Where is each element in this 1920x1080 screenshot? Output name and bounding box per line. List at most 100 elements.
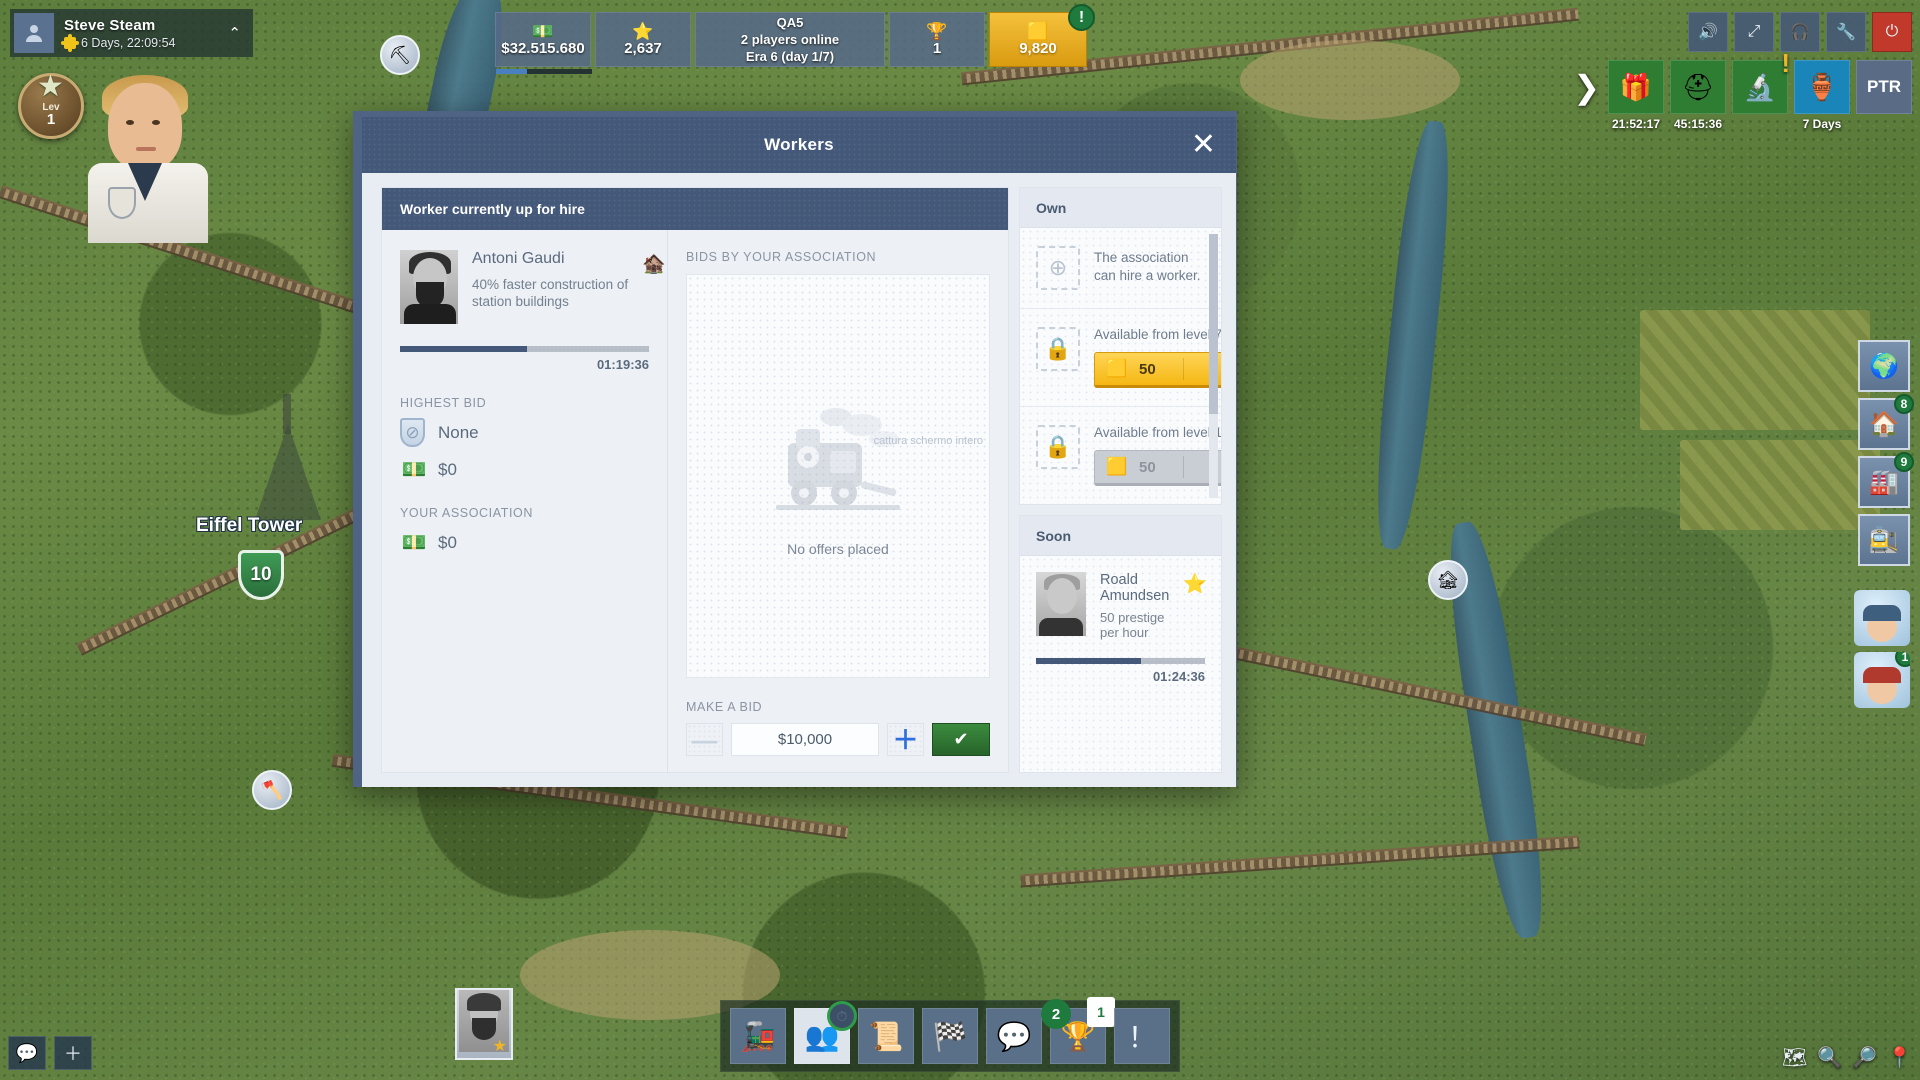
city-buildings-icon[interactable]: 🏠 8 — [1858, 394, 1914, 450]
list-item[interactable]: 🔒 Available from level 13 🟨 50 Unlock — [1020, 407, 1221, 504]
unlock-button[interactable]: 🟨 50 Unlock — [1094, 450, 1221, 486]
player-level-badge[interactable]: ★ Lev 1 — [18, 72, 84, 153]
dialog-titlebar: Workers ✕ — [362, 117, 1236, 173]
gold-counter[interactable]: 🟨 9,820 ! — [989, 4, 1095, 67]
lock-icon: 🔒 — [1036, 327, 1080, 371]
dirt-patch — [1240, 40, 1460, 120]
settings-icon[interactable]: 🔧 — [1826, 12, 1866, 52]
level-value: 1 — [46, 110, 56, 128]
map-industry-icon[interactable]: 🏚 — [1428, 560, 1468, 600]
workers-dialog-frame: Workers ✕ Worker currently up for hire A… — [353, 111, 1237, 787]
own-workers-card: Own ⊕ The association can hire a worker.… — [1019, 187, 1222, 505]
event-ptr[interactable]: PTR — [1856, 60, 1912, 131]
zoom-out-icon[interactable]: 🔎 — [1852, 1045, 1877, 1070]
page-title: Workers — [764, 135, 834, 154]
prestige-star-icon: ⭐ — [1183, 574, 1207, 595]
highest-bidder-name: None — [438, 422, 479, 442]
player-info-box[interactable]: Steve Steam 6 Days, 22:09:54 ⌃ — [10, 9, 253, 57]
plus-circle-icon[interactable]: ⊕ — [1036, 246, 1080, 290]
resource-bar: 💵 $32.515.680 ⭐ 2,637 QA5 2 players onli… — [495, 4, 1095, 74]
confirm-bid-button[interactable]: ✔ — [932, 723, 990, 756]
sound-icon[interactable]: 🔊 — [1688, 12, 1728, 52]
unlock-button[interactable]: 🟨 50 Unlock — [1094, 352, 1221, 388]
lock-icon: 🔒 — [1036, 425, 1080, 469]
competition-icon[interactable]: 🏆 2 1 — [1041, 997, 1115, 1064]
bid-amount-input[interactable] — [731, 723, 879, 756]
zoom-in-icon[interactable]: 🔍 — [1817, 1045, 1842, 1070]
availability-text: Available from level 7 — [1094, 327, 1221, 342]
collapse-events-icon[interactable]: ❯ — [1573, 68, 1600, 106]
scrollbar[interactable] — [1209, 234, 1218, 498]
chat-icon[interactable]: 💬 — [8, 1036, 46, 1070]
gold-alert-badge[interactable]: ! — [1068, 4, 1095, 31]
own-workers-list[interactable]: ⊕ The association can hire a worker. 🔒 A… — [1020, 228, 1221, 504]
list-item[interactable]: ⊕ The association can hire a worker. — [1020, 228, 1221, 309]
locate-icon[interactable]: 📍 — [1887, 1045, 1912, 1070]
badge-count: 9 — [1894, 452, 1914, 472]
gold-value: 9,820 — [1019, 39, 1057, 57]
race-flag-icon[interactable]: 🏁 — [922, 1008, 978, 1064]
star-icon: ★ — [492, 1038, 507, 1055]
npc-engineer-icon[interactable] — [1854, 590, 1910, 646]
soon-worker-entry[interactable]: Roald Amundsen 50 prestige per hour ⭐ 01… — [1020, 556, 1221, 772]
gold-bar-icon: 🟨 — [1106, 359, 1128, 378]
badge-count: 8 — [1894, 394, 1914, 414]
your-association-amount: $0 — [438, 532, 457, 552]
plus-subscription: 6 Days, 22:09:54 — [61, 33, 220, 52]
industry-icon[interactable]: 🏭 9 — [1858, 452, 1914, 508]
npc-conductor-icon[interactable]: 1 — [1854, 652, 1910, 708]
event-research[interactable]: ! 🔬 — [1732, 48, 1790, 131]
notifications-icon[interactable]: ！ — [1114, 1008, 1170, 1064]
money-value: $32.515.680 — [501, 39, 585, 57]
star-badge-count: 1 — [1087, 997, 1115, 1027]
map-industry-icon[interactable]: 🪓 — [252, 770, 292, 810]
station-building-icon: 🏚️ — [642, 254, 666, 275]
city-level-marker[interactable]: 10 — [238, 550, 284, 600]
add-station-icon[interactable]: 🚉 — [1858, 514, 1910, 566]
worker-for-hire-card: Worker currently up for hire Antoni Gaud… — [381, 187, 1009, 773]
worker-auction-progress: 01:19:36 — [400, 346, 649, 372]
chevron-up-icon[interactable]: ⌃ — [220, 24, 249, 42]
active-worker-token[interactable]: ★ — [455, 988, 513, 1060]
worker-portrait — [400, 250, 458, 324]
money-progress-bar — [496, 69, 592, 74]
decrease-bid-button[interactable]: — — [686, 723, 723, 756]
worker-timer-icon: ⏱ — [827, 1001, 857, 1031]
event-hard-hat[interactable]: ⛑ 45:15:36 — [1670, 60, 1726, 131]
close-icon[interactable]: ✕ — [1191, 130, 1216, 160]
avatar[interactable] — [14, 13, 54, 53]
bids-label: BIDS BY YOUR ASSOCIATION — [686, 250, 877, 264]
list-item[interactable]: 🔒 Available from level 7 🟨 50 Unlock — [1020, 309, 1221, 407]
event-timer: 45:15:36 — [1673, 117, 1723, 131]
server-info[interactable]: QA5 2 players online Era 6 (day 1/7) — [695, 12, 885, 67]
workers-icon[interactable]: 👥 ⏱ — [794, 1001, 857, 1064]
train-icon[interactable]: 🚂 — [730, 1008, 786, 1064]
gold-bar-icon: 🟨 — [1106, 457, 1128, 476]
prestige-value: 2,637 — [624, 39, 662, 57]
bids-list[interactable]: No offers placed cattura schermo intero — [686, 274, 990, 678]
plus-time-remaining: 6 Days, 22:09:54 — [81, 35, 176, 50]
rank-counter[interactable]: 🏆 1 — [889, 12, 985, 67]
event-trophy-vase[interactable]: 🏺 7 Days — [1794, 60, 1850, 131]
game-screen: Eiffel Tower 10 ⛏ 🪓 🏚 Steve Steam 6 Days… — [0, 0, 1920, 1080]
prestige-counter[interactable]: ⭐ 2,637 — [595, 12, 691, 67]
map-industry-icon[interactable]: ⛏ — [380, 35, 420, 75]
contracts-icon[interactable]: 📜 — [858, 1008, 914, 1064]
event-timer: 21:52:17 — [1611, 117, 1661, 131]
help-icon[interactable]: 🎧 — [1780, 12, 1820, 52]
bids-column: BIDS BY YOUR ASSOCIATION No offers place… — [667, 230, 1008, 772]
workers-dialog: Workers ✕ Worker currently up for hire A… — [362, 117, 1236, 787]
add-icon[interactable]: ＋ — [54, 1036, 92, 1070]
own-slot-text: The association can hire a worker. — [1094, 250, 1201, 283]
map-icon[interactable]: 🗺 — [1782, 1045, 1807, 1070]
globe-icon[interactable]: 🌍 — [1858, 340, 1910, 392]
system-button-bar: 🔊 ⤢ 🎧 🔧 ⏻ — [1688, 12, 1912, 52]
money-counter[interactable]: 💵 $32.515.680 — [495, 12, 592, 74]
server-name: QA5 — [776, 15, 804, 30]
increase-bid-button[interactable]: ＋ — [887, 723, 924, 756]
fullscreen-icon[interactable]: ⤢ — [1734, 12, 1774, 52]
messages-icon[interactable]: 💬 — [986, 1008, 1042, 1064]
event-gift-box[interactable]: 🎁 21:52:17 — [1608, 60, 1664, 131]
power-icon[interactable]: ⏻ — [1872, 12, 1912, 52]
trophy-vase-icon: 🏺 — [1794, 60, 1850, 114]
